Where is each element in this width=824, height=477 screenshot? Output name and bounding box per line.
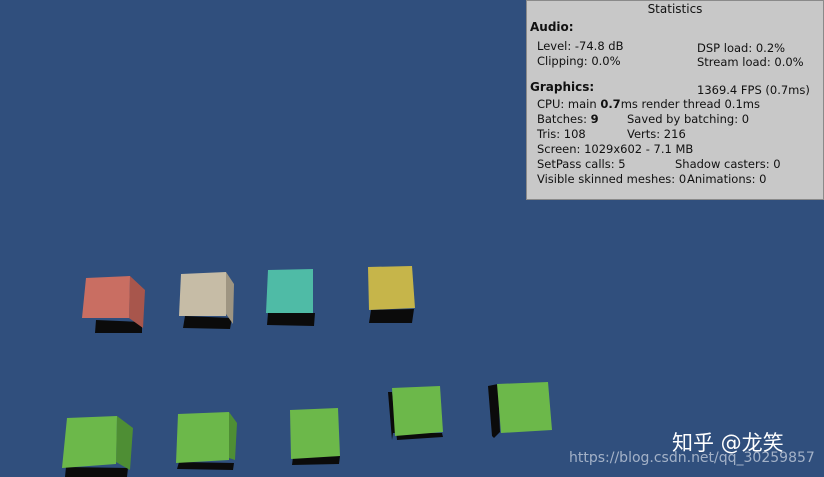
csdn-url-watermark: https://blog.csdn.net/qq_30259857 [569, 450, 815, 466]
statistics-title: Statistics [647, 2, 703, 16]
cube-teal-front [266, 269, 313, 313]
cube-beige [179, 272, 234, 329]
graphics-visible-skinned-meshes: Visible skinned meshes: 0 [537, 172, 687, 186]
graphics-animations: Animations: 0 [687, 172, 767, 186]
cube-red-front [82, 276, 130, 318]
cpu-main-prefix: CPU: main [537, 97, 601, 111]
cube-green-2-side [229, 412, 237, 460]
cube-green-1 [62, 416, 133, 477]
cube-teal-shadow [267, 313, 315, 326]
graphics-verts: Verts: 216 [627, 127, 686, 141]
batches-prefix: Batches: [537, 112, 591, 126]
cube-green-1-shadow [65, 467, 128, 477]
audio-level: Level: -74.8 dB [537, 39, 624, 53]
cube-green-3-front [290, 408, 340, 459]
graphics-header: Graphics: [530, 80, 595, 94]
audio-stream-load: Stream load: 0.0% [697, 55, 804, 69]
cube-green-2-shadow [177, 462, 234, 470]
cube-green-2-front [176, 412, 229, 463]
audio-dsp-load: DSP load: 0.2% [697, 41, 786, 55]
cube-green-5-front [497, 382, 552, 433]
cube-red-side [129, 276, 145, 328]
cpu-main-suffix: ms render thread 0.1ms [620, 97, 760, 111]
cube-green-1-side [116, 416, 133, 470]
cube-green-3 [290, 408, 340, 465]
graphics-fps: 1369.4 FPS (0.7ms) [697, 83, 810, 97]
graphics-shadow-casters: Shadow casters: 0 [675, 157, 781, 171]
graphics-screen: Screen: 1029x602 - 7.1 MB [537, 142, 694, 156]
audio-header: Audio: [530, 20, 574, 34]
cpu-main-value: 0.7 [600, 97, 621, 111]
graphics-tris: Tris: 108 [537, 127, 586, 141]
cube-beige-shadow [183, 316, 232, 329]
cube-green-2 [176, 412, 237, 470]
graphics-setpass-calls: SetPass calls: 5 [537, 157, 626, 171]
cube-beige-side [226, 272, 234, 324]
graphics-batches: Batches: 9 [537, 112, 599, 127]
cube-red [82, 276, 145, 333]
cube-yellow-shadow [369, 309, 414, 323]
graphics-cpu: CPU: main 0.7ms render thread 0.1ms [537, 97, 760, 112]
cube-green-5 [488, 382, 552, 438]
cube-green-4-front [392, 386, 443, 436]
cube-teal [266, 269, 315, 326]
cube-green-4 [388, 386, 443, 440]
cube-yellow-front [368, 266, 415, 310]
audio-clipping: Clipping: 0.0% [537, 54, 621, 68]
cube-beige-front [179, 272, 226, 316]
statistics-panel: Statistics Audio: Level: -74.8 dB Clippi… [526, 0, 824, 200]
batches-value: 9 [590, 112, 599, 126]
cube-green-1-front [62, 416, 117, 468]
graphics-saved-by-batching: Saved by batching: 0 [627, 112, 750, 126]
cube-yellow [368, 266, 415, 323]
